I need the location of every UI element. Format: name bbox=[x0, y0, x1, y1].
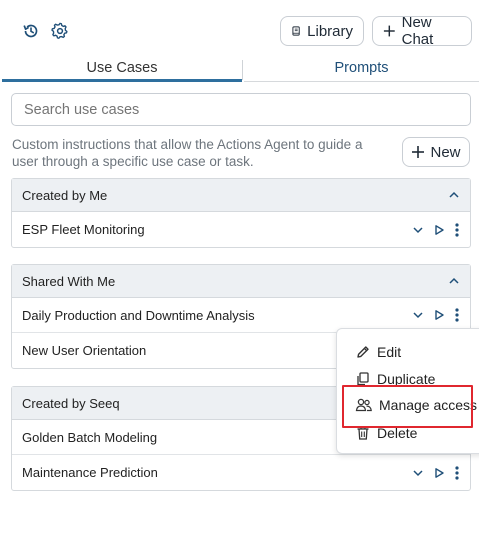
chevron-down-icon[interactable] bbox=[412, 309, 424, 321]
menu-item-label: Edit bbox=[377, 344, 402, 360]
more-vertical-icon[interactable] bbox=[454, 465, 460, 480]
group-created-by-me: Created by Me ESP Fleet Monitoring bbox=[11, 178, 471, 248]
chevron-down-icon[interactable] bbox=[412, 224, 424, 236]
new-button-label: New bbox=[430, 143, 461, 161]
chevron-down-icon[interactable] bbox=[412, 467, 424, 479]
list-item[interactable]: Maintenance Prediction bbox=[12, 455, 470, 490]
group-title: Shared With Me bbox=[22, 273, 116, 289]
menu-item-edit[interactable]: Edit bbox=[355, 341, 401, 363]
pencil-icon bbox=[357, 346, 369, 358]
new-chat-label: New Chat bbox=[401, 14, 434, 48]
plus-icon bbox=[412, 146, 425, 158]
search-input[interactable] bbox=[11, 93, 471, 126]
highlight-box bbox=[342, 385, 473, 428]
history-icon[interactable] bbox=[20, 20, 42, 42]
plus-icon bbox=[383, 25, 395, 37]
library-label: Library bbox=[307, 22, 353, 40]
play-icon[interactable] bbox=[433, 467, 445, 479]
play-icon[interactable] bbox=[433, 309, 445, 321]
more-vertical-icon[interactable] bbox=[454, 308, 460, 322]
row-actions bbox=[412, 308, 460, 322]
use-cases-description: Custom instructions that allow the Actio… bbox=[12, 137, 363, 169]
row-actions bbox=[412, 222, 460, 237]
chevron-up-icon[interactable] bbox=[448, 189, 460, 201]
library-button[interactable]: Library bbox=[280, 16, 364, 46]
tab-divider bbox=[242, 60, 243, 80]
chevron-up-icon[interactable] bbox=[448, 275, 460, 287]
group-title: Created by Me bbox=[22, 187, 108, 203]
tab-use-cases[interactable]: Use Cases bbox=[2, 58, 242, 82]
top-bar: Library New Chat bbox=[0, 0, 479, 58]
play-icon[interactable] bbox=[433, 224, 445, 236]
new-use-case-button[interactable]: New bbox=[402, 137, 470, 167]
group-header[interactable]: Shared With Me bbox=[12, 265, 470, 298]
book-icon bbox=[292, 26, 300, 36]
list-item-label: Daily Production and Downtime Analysis bbox=[22, 307, 255, 323]
tab-bar: Use Cases Prompts bbox=[2, 58, 479, 82]
more-vertical-icon[interactable] bbox=[454, 222, 460, 237]
new-chat-button[interactable]: New Chat bbox=[372, 14, 472, 48]
list-item-label: New User Orientation bbox=[22, 343, 147, 358]
list-item-label: Maintenance Prediction bbox=[22, 465, 158, 480]
list-item[interactable]: ESP Fleet Monitoring bbox=[12, 212, 470, 247]
tab-prompts[interactable]: Prompts bbox=[244, 58, 479, 82]
list-item-label: Golden Batch Modeling bbox=[22, 429, 158, 445]
gear-icon[interactable] bbox=[49, 20, 71, 42]
group-title: Created by Seeq bbox=[22, 395, 120, 411]
group-header[interactable]: Created by Me bbox=[12, 179, 470, 212]
row-actions bbox=[412, 465, 460, 480]
list-item-label: ESP Fleet Monitoring bbox=[22, 222, 145, 237]
